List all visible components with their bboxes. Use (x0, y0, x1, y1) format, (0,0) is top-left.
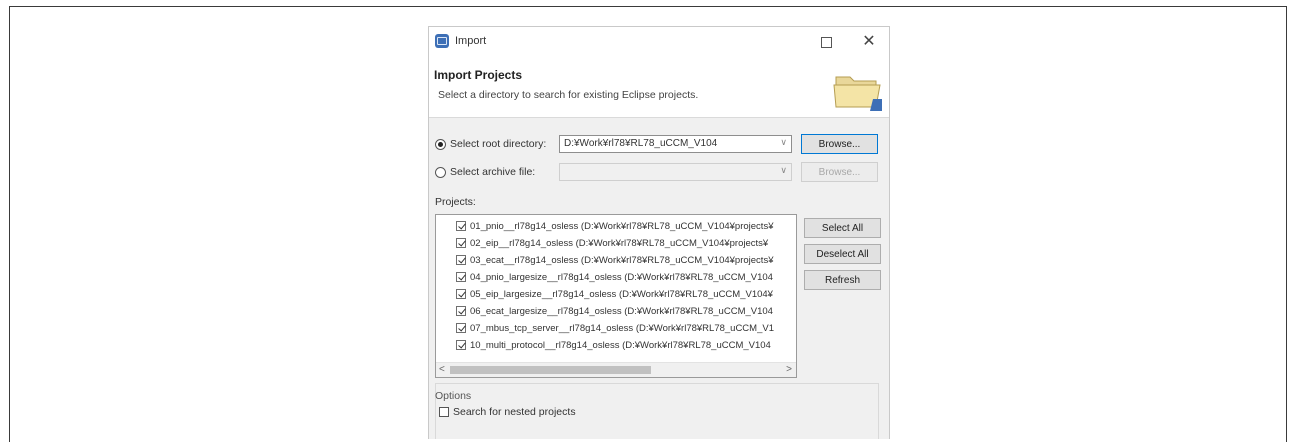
page-title: Import Projects (434, 68, 523, 82)
list-item[interactable]: 05_eip_largesize__rl78g14_osless (D:¥Wor… (456, 286, 773, 302)
close-button[interactable]: ✕ (852, 29, 886, 55)
browse-archive-button[interactable]: Browse... (801, 162, 878, 182)
archive-file-option[interactable]: Select archive file: (435, 162, 535, 182)
search-nested-label: Search for nested projects (453, 406, 576, 418)
list-item[interactable]: 06_ecat_largesize__rl78g14_osless (D:¥Wo… (456, 303, 773, 319)
eclipse-icon (435, 34, 449, 48)
close-icon: ✕ (862, 33, 876, 50)
root-directory-label: Select root directory: (450, 138, 547, 150)
project-name: 03_ecat__rl78g14_osless (D:¥Work¥rl78¥RL… (470, 254, 774, 266)
select-all-button[interactable]: Select All (804, 218, 881, 238)
root-directory-value: D:¥Work¥rl78¥RL78_uCCM_V104 (564, 138, 718, 149)
scroll-left-icon[interactable]: < (439, 363, 445, 377)
root-directory-option[interactable]: Select root directory: (435, 134, 546, 154)
list-item[interactable]: 04_pnio_largesize__rl78g14_osless (D:¥Wo… (456, 269, 773, 285)
root-directory-radio[interactable] (435, 138, 446, 150)
import-dialog: Import ✕ Import Projects Select a direct… (428, 26, 890, 439)
list-item[interactable]: 01_pnio__rl78g14_osless (D:¥Work¥rl78¥RL… (456, 218, 773, 234)
projects-label: Projects: (435, 196, 476, 208)
project-checkbox[interactable] (456, 221, 466, 231)
folder-icon (833, 76, 882, 111)
project-name: 07_mbus_tcp_server__rl78g14_osless (D:¥W… (470, 322, 774, 334)
project-checkbox[interactable] (456, 255, 466, 265)
project-checkbox[interactable] (456, 323, 466, 333)
title-bar: Import ✕ (429, 27, 889, 57)
list-item[interactable]: 07_mbus_tcp_server__rl78g14_osless (D:¥W… (456, 320, 774, 336)
chevron-down-icon: ∨ (780, 137, 787, 147)
search-nested-checkbox[interactable] (439, 407, 449, 417)
refresh-button[interactable]: Refresh (804, 270, 881, 290)
list-item[interactable]: 03_ecat__rl78g14_osless (D:¥Work¥rl78¥RL… (456, 252, 773, 268)
archive-file-label: Select archive file: (450, 166, 536, 178)
deselect-all-button[interactable]: Deselect All (804, 244, 881, 264)
root-directory-combo[interactable]: D:¥Work¥rl78¥RL78_uCCM_V104 ∨ (559, 135, 792, 153)
project-name: 06_ecat_largesize__rl78g14_osless (D:¥Wo… (470, 305, 773, 317)
project-checkbox[interactable] (456, 306, 466, 316)
chevron-down-icon: ∨ (780, 165, 787, 175)
project-checkbox[interactable] (456, 272, 466, 282)
maximize-button[interactable] (809, 29, 843, 55)
maximize-icon (820, 36, 832, 48)
project-name: 01_pnio__rl78g14_osless (D:¥Work¥rl78¥RL… (470, 220, 774, 232)
project-name: 02_eip__rl78g14_osless (D:¥Work¥rl78¥RL7… (470, 237, 769, 249)
horizontal-scrollbar[interactable]: < > (436, 362, 796, 377)
project-name: 10_multi_protocol__rl78g14_osless (D:¥Wo… (470, 339, 771, 351)
window-title: Import (455, 35, 487, 47)
options-title: Options (435, 390, 472, 402)
project-checkbox[interactable] (456, 340, 466, 350)
search-nested-option[interactable]: Search for nested projects (439, 406, 576, 418)
scroll-right-icon[interactable]: > (786, 363, 792, 377)
scrollbar-thumb[interactable] (450, 366, 651, 374)
projects-list[interactable]: 01_pnio__rl78g14_osless (D:¥Work¥rl78¥RL… (435, 214, 797, 378)
list-item[interactable]: 10_multi_protocol__rl78g14_osless (D:¥Wo… (456, 337, 771, 353)
archive-file-combo[interactable]: ∨ (559, 163, 792, 181)
wizard-banner: Import Projects Select a directory to se… (429, 57, 889, 118)
page-description: Select a directory to search for existin… (438, 89, 699, 101)
archive-file-radio[interactable] (435, 166, 446, 178)
list-item[interactable]: 02_eip__rl78g14_osless (D:¥Work¥rl78¥RL7… (456, 235, 768, 251)
project-name: 05_eip_largesize__rl78g14_osless (D:¥Wor… (470, 288, 773, 300)
browse-button[interactable]: Browse... (801, 134, 878, 154)
project-name: 04_pnio_largesize__rl78g14_osless (D:¥Wo… (470, 271, 773, 283)
project-checkbox[interactable] (456, 289, 466, 299)
project-checkbox[interactable] (456, 238, 466, 248)
